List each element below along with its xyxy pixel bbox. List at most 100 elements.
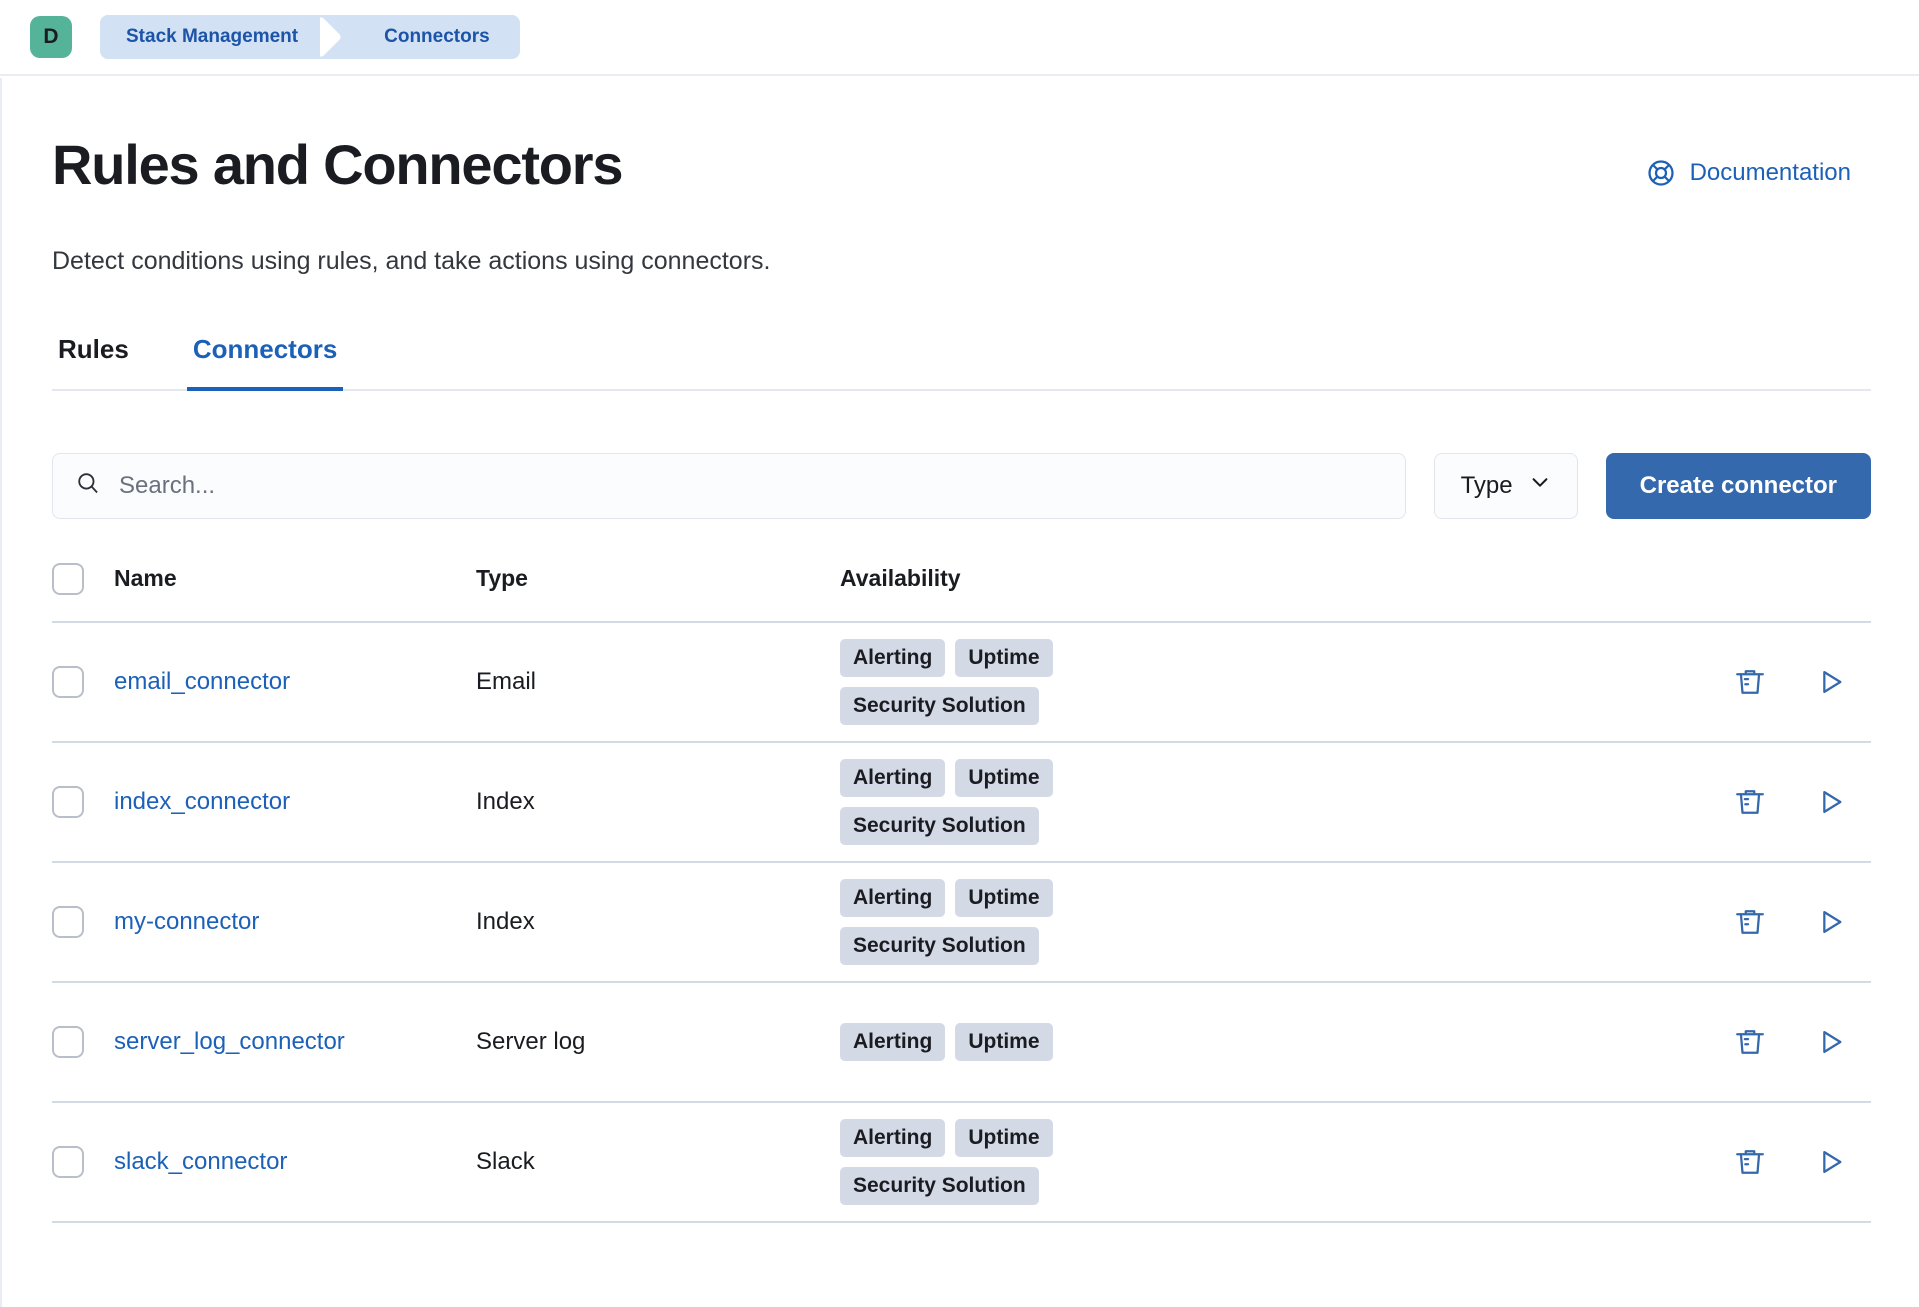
row-checkbox[interactable] [52,906,84,938]
cell-actions [1701,1145,1871,1179]
cell-type: Index [476,788,840,816]
run-connector-button[interactable] [1815,1146,1847,1178]
breadcrumb-item-connectors[interactable]: Connectors [346,15,520,59]
availability-badge: Security Solution [840,807,1039,845]
availability-badge: Uptime [955,759,1052,797]
cell-actions [1701,1025,1871,1059]
cell-actions [1701,665,1871,699]
connector-name-link[interactable]: slack_connector [114,1148,287,1175]
connector-name-link[interactable]: index_connector [114,788,290,815]
table-row: email_connector Email Alerting Uptime Secu… [52,623,1871,743]
delete-connector-button[interactable] [1733,665,1767,699]
row-checkbox[interactable] [52,1026,84,1058]
cell-type: Index [476,908,840,936]
availability-badge: Uptime [955,879,1052,917]
space-avatar[interactable]: D [30,16,72,58]
breadcrumb-item-stack-management[interactable]: Stack Management [100,15,320,59]
row-select-cell [52,786,114,818]
table-row: server_log_connector Server log Alerting… [52,983,1871,1103]
trash-icon [1733,905,1767,939]
top-chrome-bar: D Stack Management Connectors [0,0,1919,76]
chevron-down-icon [1529,471,1551,500]
table-row: index_connector Index Alerting Uptime Secu… [52,743,1871,863]
cell-availability: Alerting Uptime Security Solution [840,879,1701,965]
trash-icon [1733,1025,1767,1059]
cell-name: server_log_connector [114,1028,476,1056]
availability-badge: Alerting [840,759,945,797]
page-content: Rules and Connectors Documentation Detec… [0,76,1919,1223]
cell-availability: Alerting Uptime Security Solution [840,639,1701,725]
play-icon [1815,1026,1847,1058]
play-icon [1815,666,1847,698]
trash-icon [1733,1145,1767,1179]
documentation-link[interactable]: Documentation [1646,158,1851,188]
availability-badge: Uptime [955,1023,1052,1061]
play-icon [1815,1146,1847,1178]
availability-badge: Alerting [840,639,945,677]
table-body: email_connector Email Alerting Uptime Secu… [52,623,1871,1223]
type-filter-label: Type [1461,472,1513,500]
column-header-availability[interactable]: Availability [840,565,1701,592]
type-filter-dropdown[interactable]: Type [1434,453,1578,519]
delete-connector-button[interactable] [1733,1145,1767,1179]
run-connector-button[interactable] [1815,786,1847,818]
tab-connectors[interactable]: Connectors [187,334,343,391]
documentation-label: Documentation [1690,159,1851,187]
cell-availability: AlertingUptimeSecurity Solution [840,1119,1701,1205]
availability-badge: Security Solution [840,687,1039,725]
search-input[interactable] [119,472,1383,500]
availability-badges: AlertingUptimeSecurity Solution [840,1119,1100,1205]
search-icon [75,470,101,501]
trash-icon [1733,665,1767,699]
tab-rules[interactable]: Rules [52,334,135,391]
availability-badge: Alerting [840,1023,945,1061]
row-checkbox[interactable] [52,666,84,698]
play-icon [1815,786,1847,818]
column-header-type[interactable]: Type [476,565,840,592]
cell-availability: Alerting Uptime Security Solution [840,759,1701,845]
row-select-cell [52,666,114,698]
cell-type: Server log [476,1028,840,1056]
row-select-cell [52,1026,114,1058]
breadcrumb-separator-icon [320,15,346,59]
cell-actions [1701,905,1871,939]
row-select-cell [52,906,114,938]
connector-name-link[interactable]: email_connector [114,668,290,695]
table-row: slack_connector Slack AlertingUptimeSecu… [52,1103,1871,1223]
availability-badge: Uptime [955,639,1052,677]
cell-actions [1701,785,1871,819]
run-connector-button[interactable] [1815,1026,1847,1058]
delete-connector-button[interactable] [1733,1025,1767,1059]
trash-icon [1733,785,1767,819]
page-title: Rules and Connectors [52,136,622,195]
select-all-cell [52,563,114,595]
cell-type: Slack [476,1148,840,1176]
toolbar: Type Create connector [52,453,1871,519]
connector-name-link[interactable]: server_log_connector [114,1028,345,1055]
cell-name: my-connector [114,908,476,936]
select-all-checkbox[interactable] [52,563,84,595]
cell-type: Email [476,668,840,696]
connectors-table: Name Type Availability email_connector E… [52,563,1871,1223]
run-connector-button[interactable] [1815,666,1847,698]
delete-connector-button[interactable] [1733,905,1767,939]
search-field[interactable] [52,453,1406,519]
delete-connector-button[interactable] [1733,785,1767,819]
column-header-name[interactable]: Name [114,565,476,592]
row-checkbox[interactable] [52,786,84,818]
cell-availability: Alerting Uptime [840,1023,1701,1061]
cell-name: slack_connector [114,1148,476,1176]
connector-name-link[interactable]: my-connector [114,908,259,935]
breadcrumb: Stack Management Connectors [100,15,520,59]
availability-badge: Alerting [840,879,945,917]
availability-badge: Uptime [955,1119,1052,1157]
create-connector-button[interactable]: Create connector [1606,453,1871,519]
row-select-cell [52,1146,114,1178]
run-connector-button[interactable] [1815,906,1847,938]
availability-badges: Alerting Uptime Security Solution [840,879,1100,965]
cell-name: email_connector [114,668,476,696]
lifebuoy-icon [1646,158,1676,188]
availability-badge: Alerting [840,1119,945,1157]
row-checkbox[interactable] [52,1146,84,1178]
availability-badge: Security Solution [840,927,1039,965]
